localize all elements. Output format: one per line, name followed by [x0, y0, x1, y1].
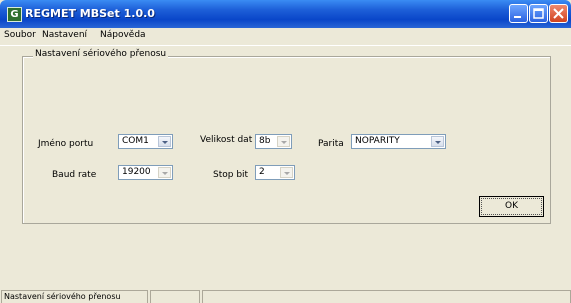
stop-bit-value: 2 — [259, 167, 265, 177]
port-select[interactable]: COM1 — [118, 134, 173, 149]
stop-bit-select[interactable]: 2 — [255, 165, 295, 180]
chevron-down-icon[interactable] — [280, 167, 293, 178]
menu-napoveda[interactable]: Nápověda — [100, 30, 146, 40]
chevron-down-icon[interactable] — [431, 136, 444, 147]
menu-bar: Soubor Nastavení Nápověda — [0, 28, 571, 45]
app-window: G REGMET MBSet 1.0.0 Soubor Nastavení Ná… — [0, 0, 571, 303]
data-size-value: 8b — [259, 136, 271, 146]
menu-soubor[interactable]: Soubor — [4, 30, 36, 40]
parity-select[interactable]: NOPARITY — [351, 134, 446, 149]
maximize-icon — [533, 8, 544, 19]
chevron-down-icon[interactable] — [277, 136, 290, 147]
status-bar: Nastavení sériového přenosu — [0, 288, 571, 303]
status-text: Nastavení sériového přenosu — [4, 292, 121, 301]
baud-value: 19200 — [122, 167, 151, 177]
status-pane-1: Nastavení sériového přenosu — [1, 290, 148, 303]
ok-label: OK — [505, 201, 518, 211]
port-value: COM1 — [122, 136, 149, 146]
stop-bit-label: Stop bit — [213, 170, 249, 180]
maximize-button[interactable] — [529, 4, 548, 23]
baud-select[interactable]: 19200 — [118, 165, 173, 180]
status-pane-3 — [202, 290, 571, 303]
parity-value: NOPARITY — [355, 136, 400, 146]
ok-button[interactable]: OK — [479, 196, 544, 217]
chevron-down-icon[interactable] — [158, 167, 171, 178]
minimize-icon — [514, 16, 521, 18]
status-pane-2 — [150, 290, 200, 303]
close-icon — [553, 8, 564, 19]
close-button[interactable] — [549, 4, 568, 23]
data-size-select[interactable]: 8b — [255, 134, 292, 149]
baud-label: Baud rate — [52, 170, 97, 180]
title-bar[interactable]: G REGMET MBSet 1.0.0 — [0, 0, 571, 28]
chevron-down-icon[interactable] — [158, 136, 171, 147]
parity-label: Parita — [318, 139, 344, 149]
data-size-label: Velikost dat — [200, 135, 253, 145]
group-title: Nastavení sériového přenosu — [33, 49, 169, 59]
port-label: Jméno portu — [38, 139, 94, 149]
window-title: REGMET MBSet 1.0.0 — [25, 7, 155, 20]
app-icon: G — [7, 7, 22, 22]
minimize-button[interactable] — [509, 4, 528, 23]
menu-nastaveni[interactable]: Nastavení — [42, 30, 87, 40]
